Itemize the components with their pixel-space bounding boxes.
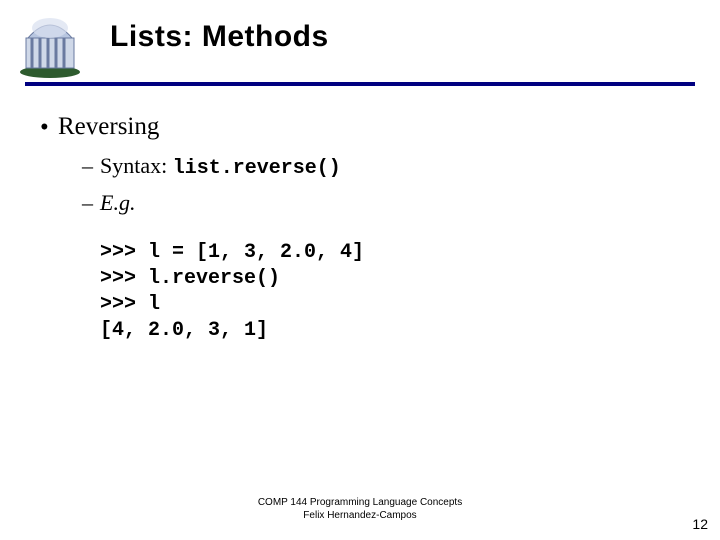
bullet-dash-icon: – <box>82 188 100 218</box>
footer: COMP 144 Programming Language Concepts F… <box>0 497 720 522</box>
slide-root: Lists: Methods •Reversing –Syntax: list.… <box>0 0 720 540</box>
code-line: >>> l <box>100 293 160 316</box>
content-area: •Reversing –Syntax: list.reverse() –E.g.… <box>40 110 690 344</box>
page-number: 12 <box>692 516 708 532</box>
syntax-code: list.reverse() <box>173 157 341 180</box>
syntax-label: Syntax: <box>100 153 167 178</box>
code-line: >>> l.reverse() <box>100 267 280 290</box>
bullet-level2-eg: –E.g. <box>82 188 690 218</box>
footer-line2: Felix Hernandez-Campos <box>0 510 720 523</box>
well-dome-logo-icon <box>14 10 86 82</box>
bullet-dot-icon: • <box>40 111 58 145</box>
code-block: >>> l = [1, 3, 2.0, 4] >>> l.reverse() >… <box>100 240 690 344</box>
bullet-level2-syntax: –Syntax: list.reverse() <box>82 151 690 182</box>
code-line: >>> l = [1, 3, 2.0, 4] <box>100 241 364 264</box>
title-underline <box>25 82 695 86</box>
bullet-dash-icon: – <box>82 151 100 181</box>
code-line: [4, 2.0, 3, 1] <box>100 319 268 342</box>
slide-title: Lists: Methods <box>110 20 329 54</box>
eg-label: E.g. <box>100 190 135 215</box>
bullet-level1: •Reversing <box>40 110 690 145</box>
footer-line1: COMP 144 Programming Language Concepts <box>0 497 720 510</box>
bullet1-text: Reversing <box>58 113 159 140</box>
